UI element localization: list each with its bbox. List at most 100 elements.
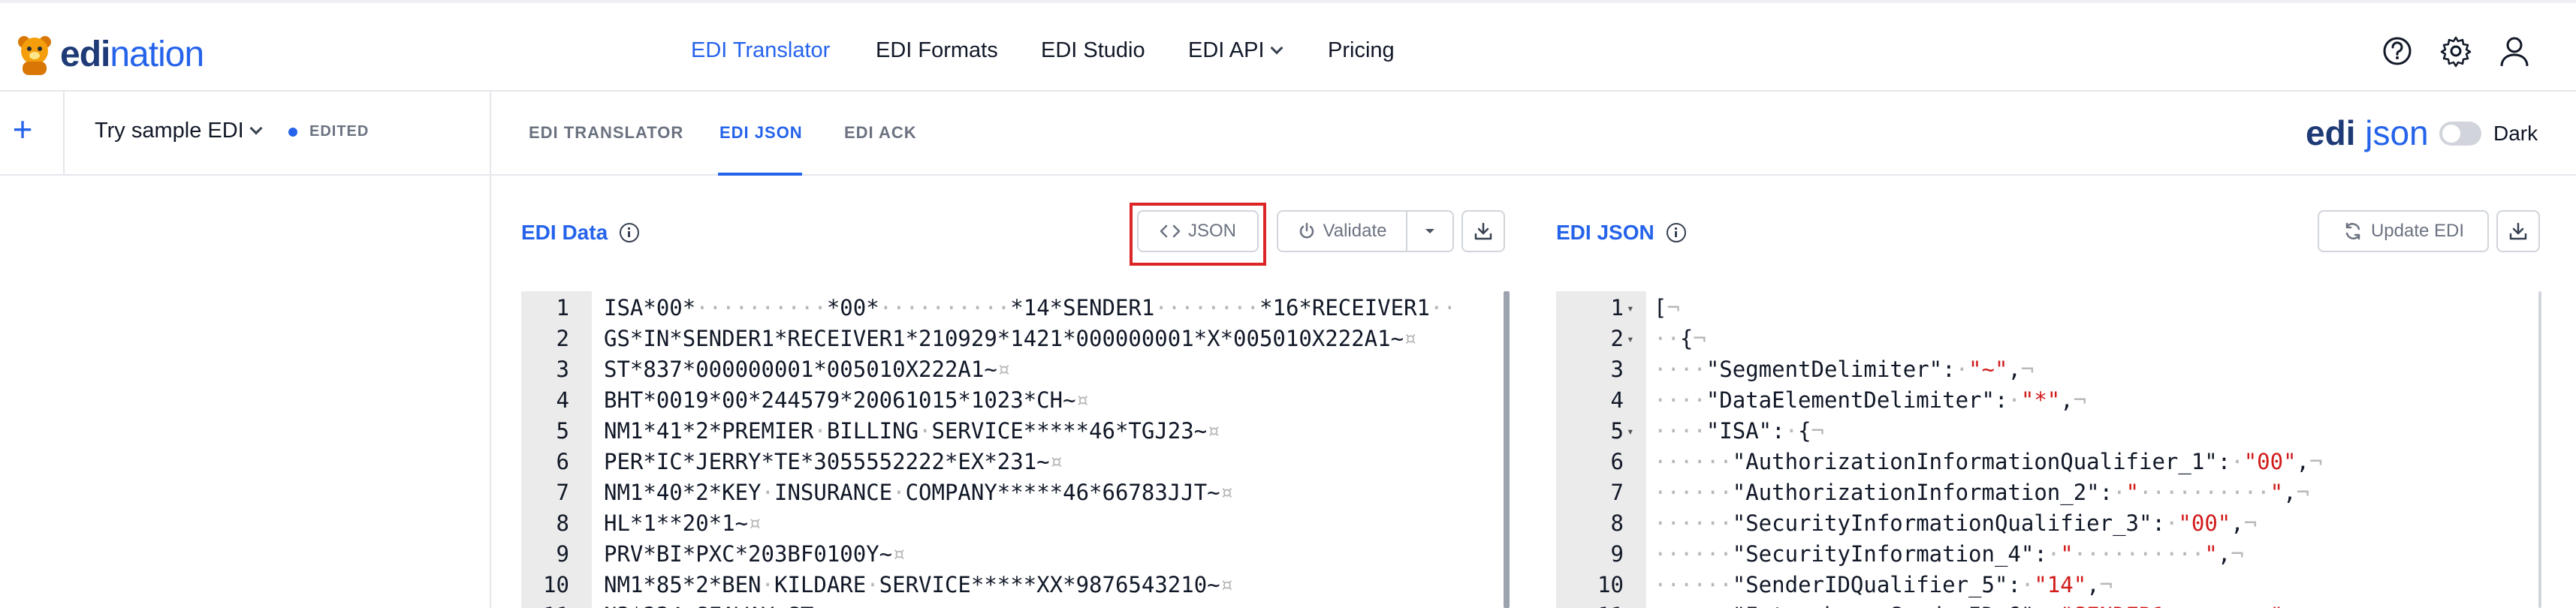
user-icon[interactable] (2498, 35, 2531, 68)
nav-pricing[interactable]: Pricing (1328, 32, 1395, 69)
sub-toolbar: + Try sample EDI EDITED EDI TRANSLATOR E… (0, 92, 2576, 176)
code-line: 6 PER*IC*JERRY*TE*3055552222*EX*231~¤ (521, 447, 1498, 477)
line-number: 5 (1610, 418, 1624, 444)
update-edi-label: Update EDI (2370, 221, 2465, 241)
tab-edi-json[interactable]: EDI JSON (719, 123, 803, 143)
code-line: 6 ······"AuthorizationInformationQualifie… (1556, 447, 2532, 477)
sidebar-divider (490, 92, 491, 608)
edited-status-badge: EDITED (288, 123, 369, 140)
line-number: 8 (556, 510, 569, 536)
info-icon[interactable] (1666, 223, 1686, 242)
line-number: 7 (1610, 480, 1624, 505)
code-text: N3*234·SEAWAY·ST¤ (604, 600, 827, 608)
line-number: 10 (543, 572, 569, 597)
edi-data-editor[interactable]: 1 ISA*00*··········*00*··········*14*SEND… (521, 291, 1513, 608)
edi-json-title: EDI JSON (1556, 221, 1686, 245)
code-line: 10 NM1*85*2*BEN·KILDARE·SERVICE*****XX*98… (521, 570, 1498, 600)
code-line: 1 ISA*00*··········*00*··········*14*SEND… (521, 293, 1498, 324)
line-number: 6 (1610, 449, 1624, 474)
code-line: 5 ▾ ····"ISA":·{¬ (1556, 416, 2532, 447)
line-number: 3 (1610, 357, 1624, 382)
try-sample-dropdown[interactable]: Try sample EDI (95, 119, 263, 143)
code-text: BHT*0019*00*244579*20061015*1023*CH~¤ (604, 387, 1090, 413)
divider (63, 92, 65, 176)
try-sample-label: Try sample EDI (95, 119, 244, 143)
code-line: 3 ST*837*000000001*005010X222A1~¤ (521, 354, 1498, 385)
add-icon[interactable]: + (8, 112, 38, 146)
code-line: 9 ······"SecurityInformation_4":·"·······… (1556, 539, 2532, 570)
code-line: 8 ······"SecurityInformationQualifier_3":… (1556, 508, 2532, 539)
tab-edi-ack[interactable]: EDI ACK (844, 123, 917, 143)
code-line: 2 ▾ ··{¬ (1556, 324, 2532, 354)
nav-edi-api[interactable]: EDI API (1188, 32, 1283, 69)
update-edi-button[interactable]: Update EDI (2318, 210, 2489, 252)
edi-json-editor[interactable]: 1 ▾ [¬ 2 ▾ ··{¬ 3 ····"SegmentDelimiter":·"~",¬… (1556, 291, 2547, 608)
tab-edi-translator[interactable]: EDI TRANSLATOR (529, 123, 683, 143)
nav-edi-studio[interactable]: EDI Studio (1041, 32, 1145, 69)
main-nav: EDI Translator EDI Formats EDI Studio ED… (0, 32, 2576, 69)
nav-edi-translator[interactable]: EDI Translator (691, 32, 830, 69)
toggle-knob (2442, 125, 2460, 143)
line-number: 11 (1556, 600, 1624, 608)
gear-icon[interactable] (2439, 35, 2472, 68)
code-text: ······"InterchangeSenderID_6":·"SENDER1·… (1654, 600, 2309, 608)
code-line: 3 ····"SegmentDelimiter":·"~",¬ (1556, 354, 2532, 385)
code-text: GS*IN*SENDER1*RECEIVER1*210929*1421*0000… (604, 326, 1417, 351)
code-line: 1 ▾ [¬ (1556, 293, 2532, 324)
code-text: ······"AuthorizationInformationQualifier… (1654, 449, 2323, 474)
code-text: [¬ (1654, 295, 1680, 321)
line-number: 7 (556, 480, 569, 505)
download-icon (1474, 222, 1492, 240)
line-number: 2 (556, 326, 569, 351)
code-line: 5 NM1*41*2*PREMIER·BILLING·SERVICE*****46… (521, 416, 1498, 447)
line-number: 2 (1610, 326, 1624, 351)
fold-toggle-icon[interactable]: ▾ (1627, 416, 1634, 447)
code-text: HL*1**20*1~¤ (604, 510, 762, 536)
info-icon[interactable] (620, 223, 640, 242)
code-text: PER*IC*JERRY*TE*3055552222*EX*231~¤ (604, 449, 1063, 474)
code-line: 11 ······"InterchangeSenderID_6":·"SENDER… (1556, 600, 2532, 608)
edi-data-title: EDI Data (521, 221, 640, 245)
code-line: 4 ····"DataElementDelimiter":·"*",¬ (1556, 385, 2532, 416)
line-number: 1 (556, 295, 569, 321)
code-text: ······"AuthorizationInformation_2":·"···… (1654, 480, 2310, 505)
chevron-down-icon (249, 122, 263, 135)
line-number: 1 (1610, 295, 1624, 321)
nav-edi-formats[interactable]: EDI Formats (876, 32, 998, 69)
line-number: 9 (556, 541, 569, 567)
editor-scrollbar[interactable] (2538, 291, 2541, 608)
line-number: 9 (1610, 541, 1624, 567)
help-icon[interactable] (2381, 35, 2414, 68)
line-number: 11 (521, 600, 569, 608)
code-line: 8 HL*1**20*1~¤ (521, 508, 1498, 539)
validate-button[interactable]: Validate (1277, 210, 1407, 252)
code-text: ··{¬ (1654, 326, 1706, 351)
validate-options-dropdown[interactable] (1406, 210, 1454, 252)
fold-toggle-icon[interactable]: ▾ (1627, 293, 1634, 324)
download-icon (2509, 222, 2527, 240)
code-text: PRV*BI*PXC*203BF0100Y~¤ (604, 541, 906, 567)
editor-scrollbar[interactable] (1504, 291, 1510, 608)
dark-mode-toggle[interactable] (2439, 122, 2481, 146)
line-number: 6 (556, 449, 569, 474)
code-line: 2 GS*IN*SENDER1*RECEIVER1*210929*1421*000… (521, 324, 1498, 354)
download-edi-button[interactable] (1461, 210, 1505, 252)
code-text: ····"ISA":·{¬ (1654, 418, 1825, 444)
caret-down-icon (1425, 229, 1434, 233)
active-tab-indicator (718, 173, 802, 176)
code-text: ····"SegmentDelimiter":·"~",¬ (1654, 357, 2035, 382)
code-text: NM1*41*2*PREMIER·BILLING·SERVICE*****46*… (604, 418, 1220, 444)
power-icon (1299, 222, 1314, 239)
status-text: EDITED (309, 123, 370, 140)
code-text: ······"SenderIDQualifier_5":·"14",¬ (1654, 572, 2113, 597)
code-text: NM1*40*2*KEY·INSURANCE·COMPANY*****46*66… (604, 480, 1234, 505)
edi-json-brand: edi json (2306, 113, 2429, 152)
fold-toggle-icon[interactable]: ▾ (1627, 324, 1634, 354)
line-number: 3 (556, 357, 569, 382)
code-line: 11 N3*234·SEAWAY·ST¤ (521, 600, 1498, 608)
top-navigation-bar: edination EDI Translator EDI Formats EDI… (0, 0, 2576, 92)
download-json-button[interactable] (2496, 210, 2540, 252)
code-line: 7 ······"AuthorizationInformation_2":·"··… (1556, 477, 2532, 508)
code-line: 7 NM1*40*2*KEY·INSURANCE·COMPANY*****46*6… (521, 477, 1498, 508)
code-text: ST*837*000000001*005010X222A1~¤ (604, 357, 1011, 382)
